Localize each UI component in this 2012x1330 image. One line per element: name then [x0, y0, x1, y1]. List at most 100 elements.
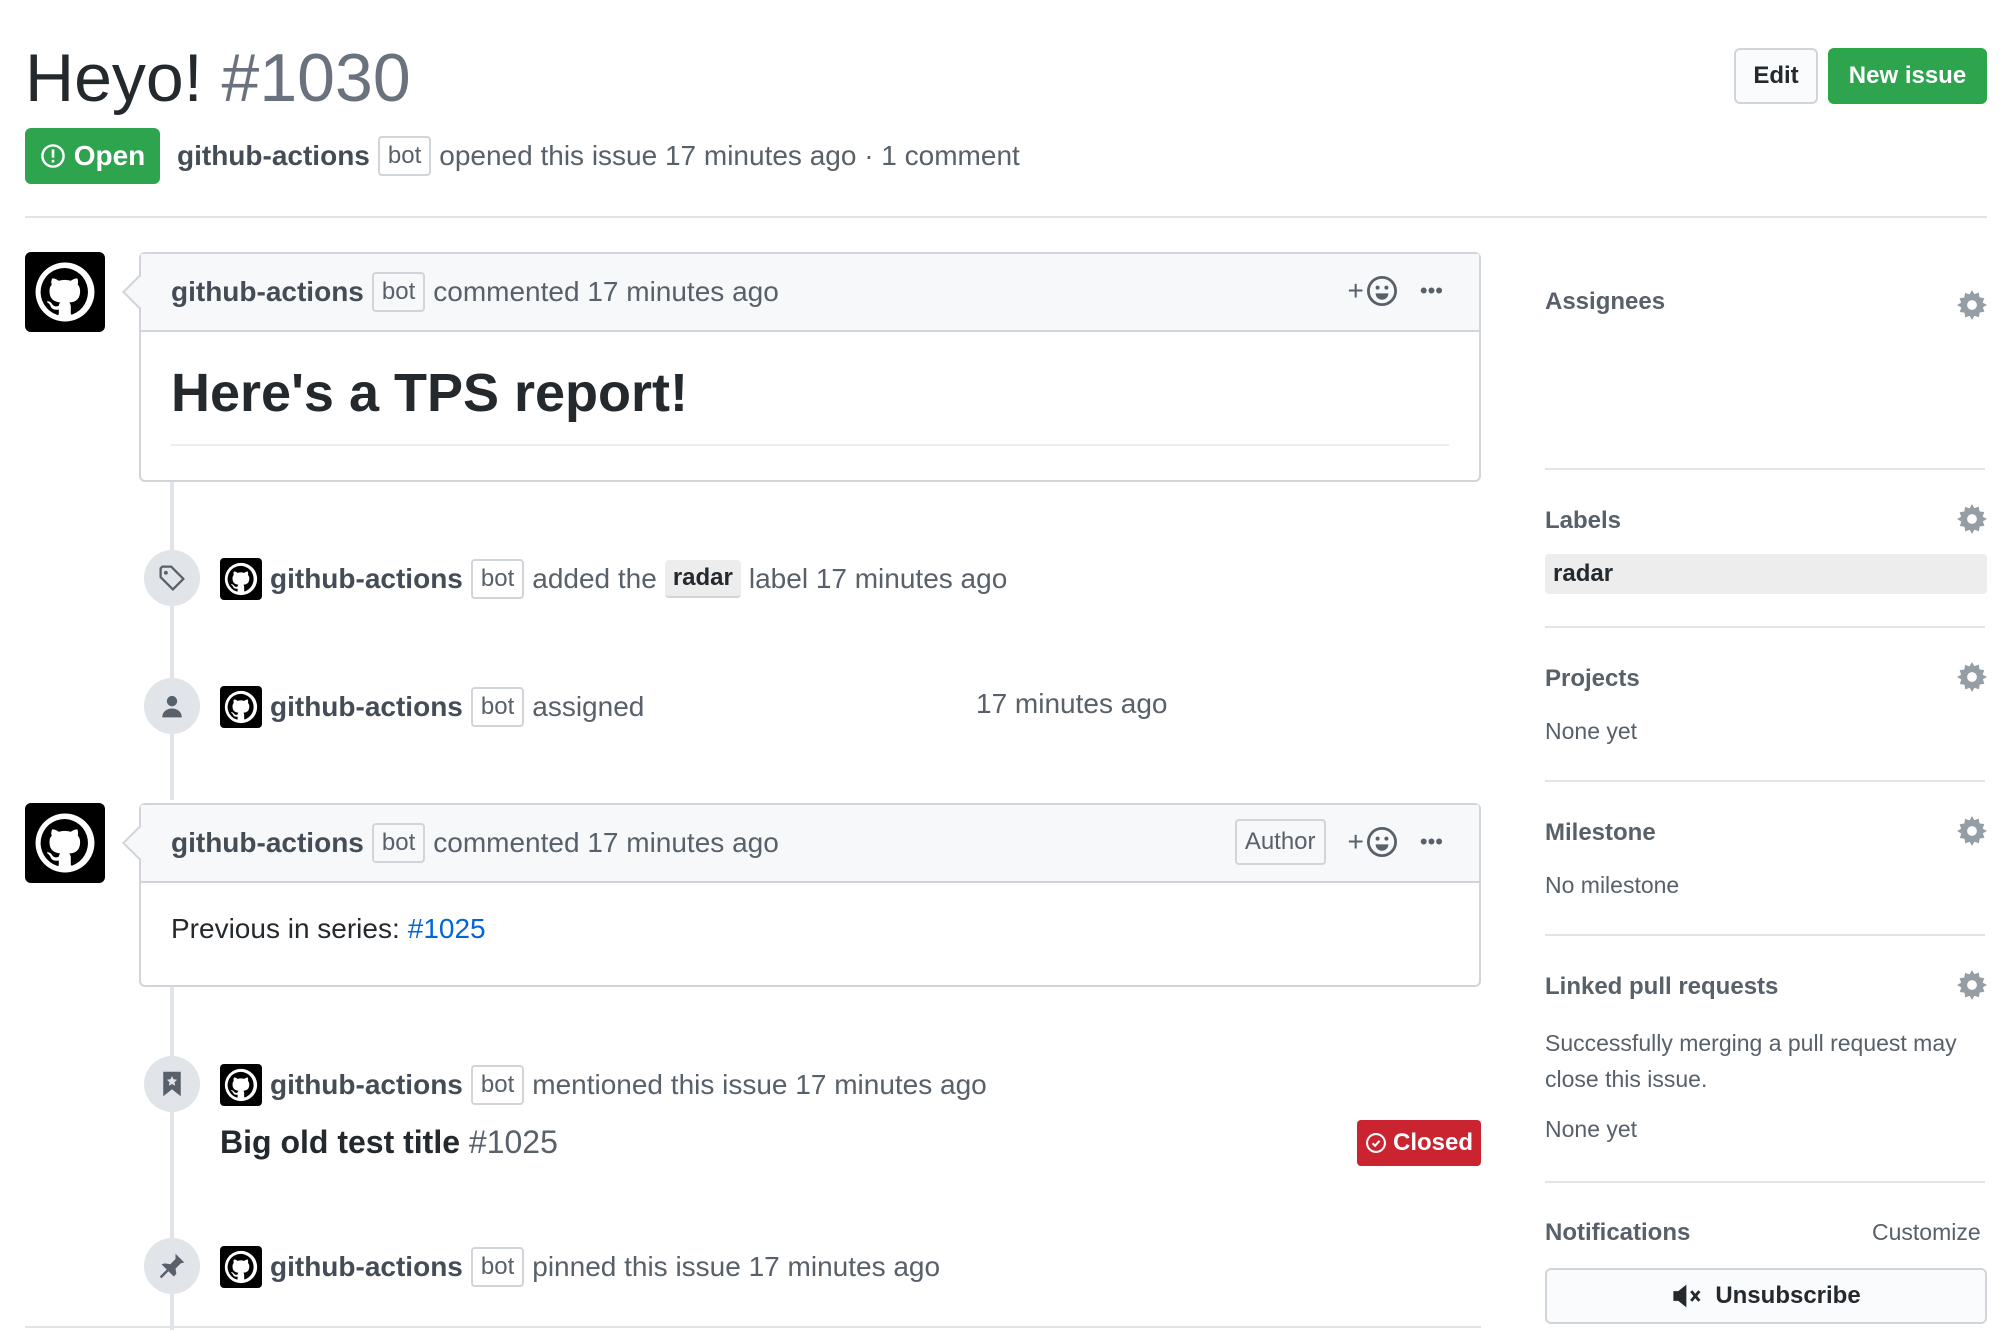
event-text: mentioned this issue 17 minutes ago: [532, 1069, 987, 1100]
sidebar-labels-title[interactable]: Labels: [1545, 507, 1621, 535]
cross-reference-title[interactable]: Big old test title: [220, 1124, 460, 1160]
event-author-link[interactable]: github-actions: [270, 1069, 463, 1101]
status-badge-closed: Closed: [1357, 1120, 1481, 1166]
pin-icon: [159, 1253, 185, 1279]
issue-meta: github-actions bot opened this issue 17 …: [177, 134, 1020, 178]
issue-meta-text: opened this issue 17 minutes ago · 1 com…: [439, 140, 1020, 171]
bot-badge: bot: [470, 687, 525, 727]
gear-icon[interactable]: [1957, 662, 1987, 692]
unsubscribe-label: Unsubscribe: [1715, 1282, 1861, 1309]
sidebar-projects-value: None yet: [1545, 718, 1638, 744]
timeline-event-icon: [144, 1238, 200, 1294]
sidebar-linked-title[interactable]: Linked pull requests: [1545, 973, 1778, 1001]
edit-button[interactable]: Edit: [1734, 48, 1818, 104]
sidebar-linked-desc-line1: Successfully merging a pull request may: [1545, 1030, 1957, 1056]
event-author-link[interactable]: github-actions: [270, 1251, 463, 1283]
comment-body: Previous in series: #1025: [141, 883, 1479, 975]
timeline-event-icon: [144, 1056, 200, 1112]
issue-opened-icon: [40, 144, 65, 168]
github-octocat-icon: [224, 690, 258, 724]
cross-reference-number[interactable]: #1025: [469, 1124, 558, 1160]
avatar[interactable]: [220, 1246, 262, 1288]
github-octocat-icon: [224, 1068, 258, 1102]
avatar[interactable]: [220, 686, 262, 728]
gear-icon[interactable]: [1957, 816, 1987, 846]
github-octocat-icon: [224, 1250, 258, 1284]
person-icon: [162, 695, 182, 718]
event-text-suffix: label 17 minutes ago: [748, 563, 1008, 594]
comment-header: github-actions bot commented 17 minutes …: [122, 254, 1479, 332]
sidebar-label-radar[interactable]: radar: [1545, 554, 1987, 594]
github-octocat-icon: [35, 262, 95, 322]
smiley-icon: [1366, 826, 1397, 858]
gear-icon[interactable]: [1957, 504, 1987, 534]
event-text: assigned: [532, 691, 645, 722]
status-label: Closed: [1392, 1129, 1473, 1156]
author-badge: Author: [1234, 819, 1326, 865]
avatar[interactable]: [220, 1064, 262, 1106]
event-author-link[interactable]: github-actions: [270, 691, 463, 723]
sidebar-divider: [1545, 468, 1985, 470]
event-text: added the: [532, 563, 657, 594]
sidebar-milestone-title[interactable]: Milestone: [1545, 819, 1656, 847]
cross-reference[interactable]: Big old test title #1025: [220, 1124, 558, 1161]
sidebar-linked-desc-line2: close this issue.: [1545, 1066, 1708, 1092]
event-author-link[interactable]: github-actions: [270, 563, 463, 595]
bookmark-icon: [163, 1071, 181, 1097]
bot-badge: bot: [371, 272, 426, 312]
sidebar-divider: [1545, 1181, 1985, 1183]
timeline-event-mentioned: github-actions bot mentioned this issue …: [220, 1060, 987, 1110]
customize-link[interactable]: Customize: [1872, 1219, 1981, 1246]
issue-closed-icon: [1366, 1133, 1386, 1153]
add-reaction-button[interactable]: +: [1348, 275, 1398, 307]
reaction-plus: +: [1347, 826, 1364, 857]
timeline-event-icon: [144, 678, 200, 734]
gear-icon[interactable]: [1957, 970, 1987, 1000]
label-radar[interactable]: radar: [664, 560, 741, 598]
sidebar-linked-desc: Successfully merging a pull request may …: [1545, 1025, 1957, 1097]
sidebar-projects-title[interactable]: Projects: [1545, 665, 1640, 693]
reaction-plus: +: [1347, 275, 1364, 306]
mute-icon: [1673, 1284, 1701, 1308]
timeline-event-assigned: github-actions bot assigned: [220, 682, 644, 732]
sidebar-assignees-title[interactable]: Assignees: [1545, 288, 1665, 316]
avatar[interactable]: [25, 252, 105, 332]
comment-body-text: Previous in series:: [171, 913, 400, 944]
sidebar-divider: [1545, 934, 1985, 936]
more-options-button[interactable]: •••: [1420, 278, 1443, 304]
comment-caret: [122, 826, 156, 860]
bot-badge: bot: [371, 823, 426, 863]
new-issue-button[interactable]: New issue: [1828, 48, 1987, 104]
sidebar-divider: [1545, 780, 1985, 782]
timeline-event-icon: [144, 550, 200, 606]
comment-timestamp[interactable]: commented 17 minutes ago: [433, 276, 779, 308]
bot-badge: bot: [470, 1247, 525, 1287]
more-options-button[interactable]: •••: [1420, 829, 1443, 855]
issue-title-text: Heyo!: [25, 40, 203, 116]
github-octocat-icon: [224, 562, 258, 596]
bot-badge: bot: [377, 136, 432, 176]
comment-actions: Author + •••: [1234, 805, 1443, 879]
status-label: Open: [73, 140, 146, 171]
add-reaction-button[interactable]: +: [1348, 826, 1398, 858]
timeline-divider: [25, 1326, 1481, 1328]
comment-author-link[interactable]: github-actions: [171, 827, 364, 859]
unsubscribe-button[interactable]: Unsubscribe: [1545, 1268, 1987, 1324]
avatar[interactable]: [25, 803, 105, 883]
issue-author-link[interactable]: github-actions: [177, 140, 370, 172]
comment-timestamp[interactable]: commented 17 minutes ago: [433, 827, 779, 859]
gear-icon[interactable]: [1957, 290, 1987, 320]
sidebar-milestone-value: No milestone: [1545, 872, 1680, 898]
sidebar-linked-value: None yet: [1545, 1116, 1638, 1142]
timeline-event-labeled: github-actions bot added the radar label…: [220, 554, 1007, 604]
comment-actions: + •••: [1348, 254, 1443, 328]
github-octocat-icon: [35, 813, 95, 873]
event-text: pinned this issue 17 minutes ago: [532, 1251, 941, 1282]
timeline-line: [170, 480, 174, 800]
comment-author-link[interactable]: github-actions: [171, 276, 364, 308]
comment-body: Here's a TPS report!: [141, 332, 1479, 446]
avatar[interactable]: [220, 558, 262, 600]
status-badge-open: Open: [25, 128, 160, 184]
event-timestamp[interactable]: 17 minutes ago: [976, 688, 1167, 720]
issue-reference-link[interactable]: #1025: [408, 913, 486, 945]
